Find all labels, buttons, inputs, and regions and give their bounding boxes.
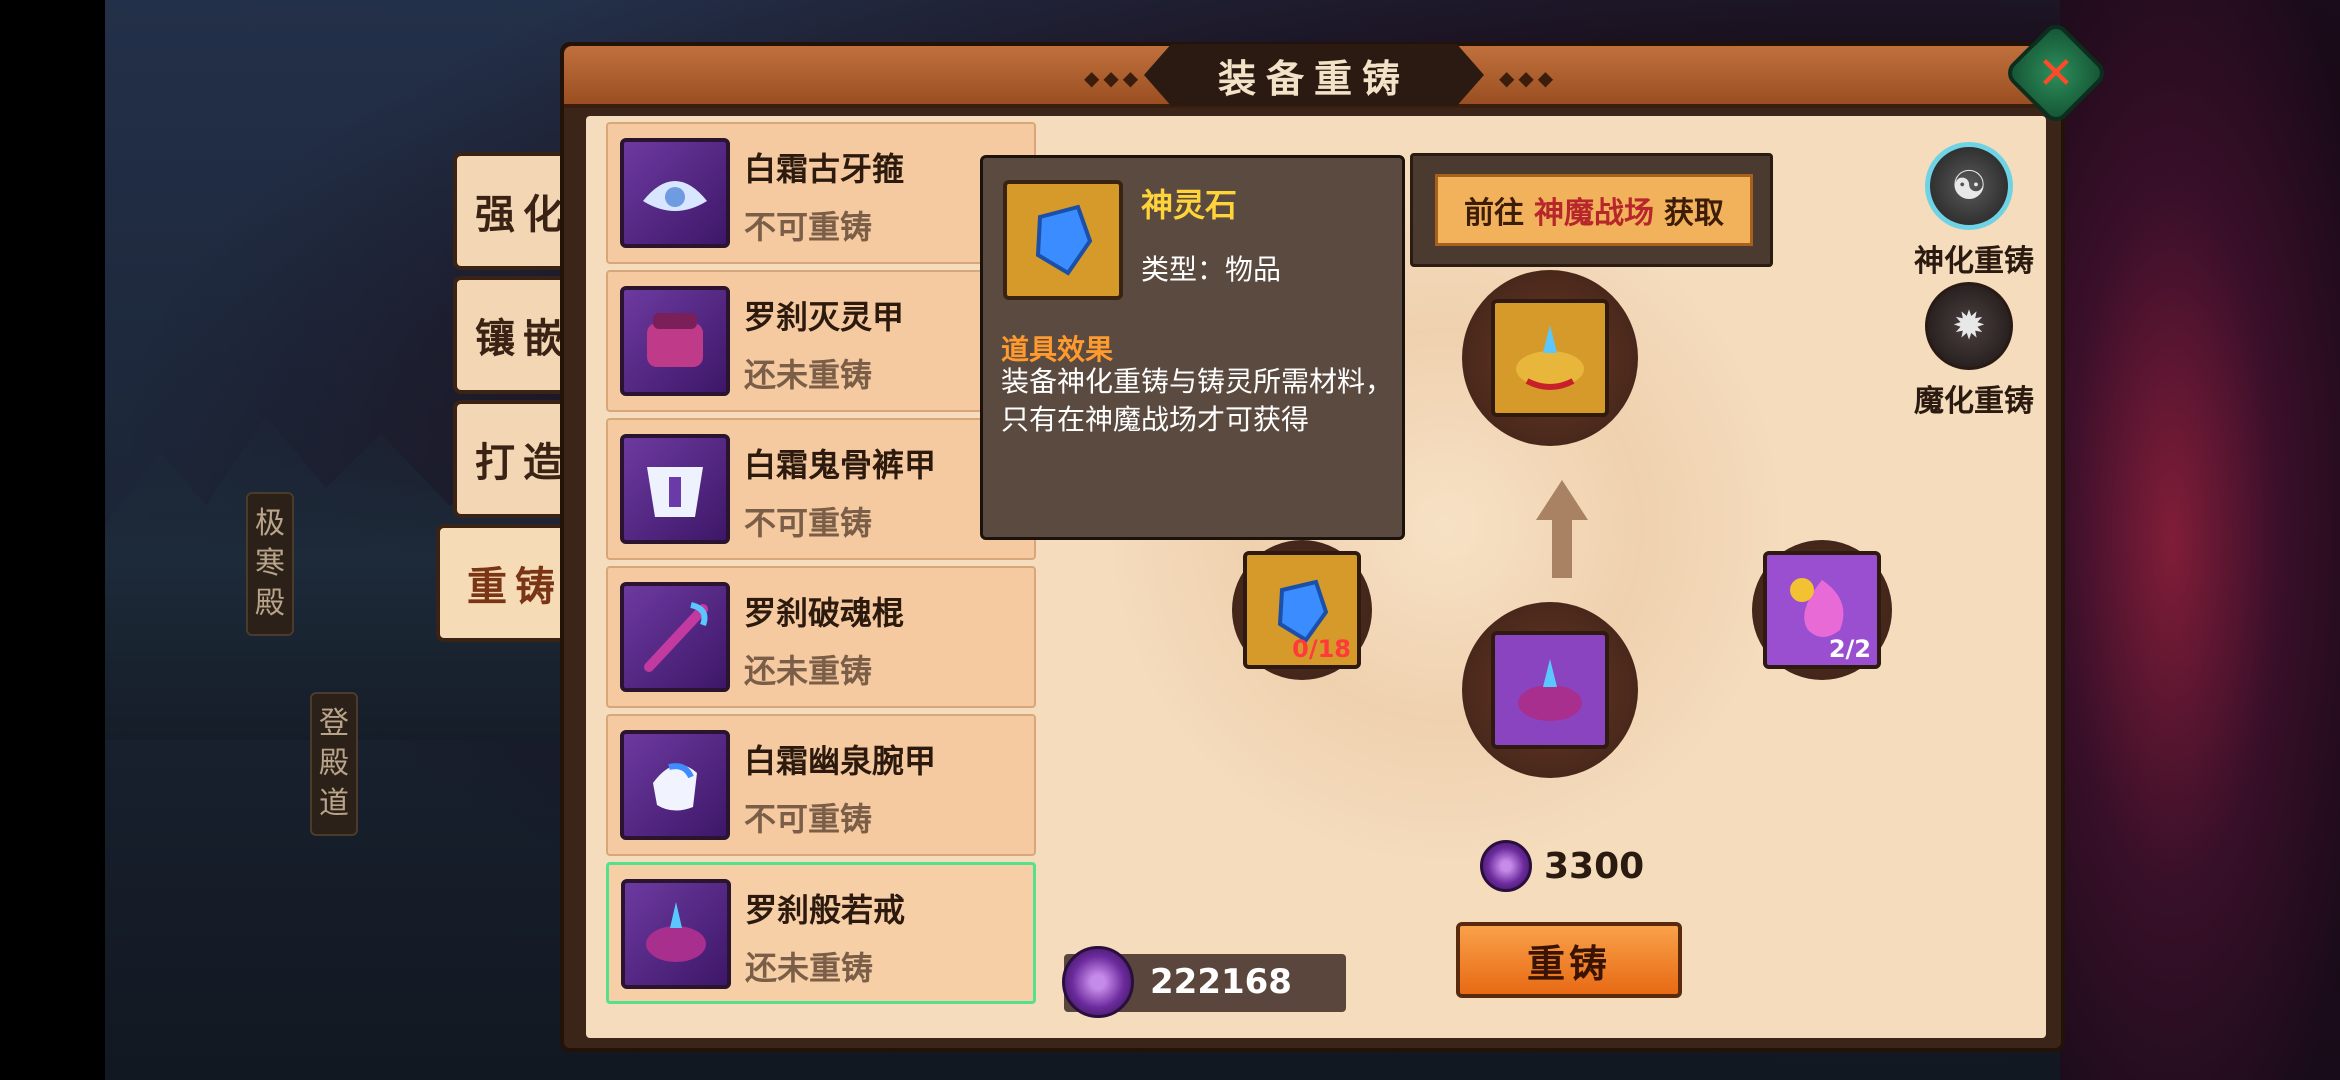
- list-item[interactable]: 罗刹破魂棍 还未重铸: [606, 566, 1036, 708]
- white-frost-bracer-icon: [620, 730, 730, 840]
- soul-flame-icon: 2/2: [1763, 551, 1881, 669]
- currency-value: 222168: [1150, 962, 1292, 1002]
- item-status: 不可重铸: [744, 208, 873, 246]
- soul-gem-icon: [1480, 840, 1532, 892]
- demonic-reforge-icon: ✹: [1925, 282, 2013, 370]
- currency-balance: 222168: [1062, 946, 1346, 1018]
- result-slot-inner: [1486, 294, 1614, 422]
- page-title: 装备重铸: [1217, 55, 1410, 101]
- map-tag-dengdiandao[interactable]: 登殿道: [310, 692, 358, 836]
- title-ornament-right: ◆◆◆: [1499, 66, 1558, 90]
- mode-label: 神化重铸: [1914, 244, 2034, 279]
- rakshasa-armor-icon: [620, 286, 730, 396]
- goto-acquire-panel: 前往 神魔战场 获取: [1410, 153, 1773, 267]
- background-glow: [2060, 0, 2340, 1080]
- map-tag-label: 登殿道: [319, 706, 349, 821]
- golden-ring-icon: [1491, 299, 1609, 417]
- map-tag-label: 极寒殿: [255, 506, 285, 621]
- item-status: 还未重铸: [744, 652, 873, 690]
- close-icon: ✕: [2037, 47, 2075, 99]
- item-status: 不可重铸: [744, 504, 873, 542]
- cost-value: 3300: [1544, 845, 1645, 887]
- list-item[interactable]: 白霜幽泉腕甲 不可重铸: [606, 714, 1036, 856]
- goto-suffix: 获取: [1664, 196, 1724, 231]
- item-tooltip: 神灵石 类型：物品 道具效果 装备神化重铸与铸灵所需材料，只有在神魔战场才可获得: [980, 155, 1405, 540]
- item-name: 白霜幽泉腕甲: [744, 742, 937, 780]
- arrow-up-icon: [1536, 480, 1588, 520]
- goto-acquire-button[interactable]: 前往 神魔战场 获取: [1435, 174, 1753, 246]
- list-item[interactable]: 白霜古牙箍 不可重铸: [606, 122, 1036, 264]
- tooltip-item-type: 类型：物品: [1141, 253, 1282, 286]
- arrow-shaft: [1552, 518, 1572, 578]
- tab-label: 重铸: [467, 563, 563, 610]
- source-slot[interactable]: [1462, 602, 1638, 778]
- result-slot[interactable]: [1462, 270, 1638, 446]
- tab-label: 镶嵌: [475, 315, 571, 362]
- material-slot-spirit-stone[interactable]: 0/18: [1232, 540, 1372, 680]
- spirit-stone-icon: [1003, 180, 1123, 300]
- rakshasa-staff-icon: [620, 582, 730, 692]
- equipment-list: 白霜古牙箍 不可重铸 罗刹灭灵甲 还未重铸 白霜鬼骨裤甲 不可重铸 罗刹破魂棍 …: [606, 122, 1036, 1006]
- white-frost-leg-armor-icon: [620, 434, 730, 544]
- mode-divine-reforge[interactable]: ☯ 神化重铸: [1914, 142, 2034, 280]
- white-frost-helmet-icon: [620, 138, 730, 248]
- spirit-stone-icon: 0/18: [1243, 551, 1361, 669]
- soul-gem-icon: [1062, 946, 1134, 1018]
- mode-label: 魔化重铸: [1914, 384, 2034, 419]
- source-slot-inner: [1486, 626, 1614, 754]
- map-tag-jihandian[interactable]: 极寒殿: [246, 492, 294, 636]
- material-slot-soul-flame[interactable]: 2/2: [1752, 540, 1892, 680]
- mode-demonic-reforge[interactable]: ✹ 魔化重铸: [1914, 282, 2034, 420]
- left-letterbox: [0, 0, 105, 1080]
- item-status: 还未重铸: [745, 949, 874, 987]
- tab-label: 打造: [475, 439, 571, 486]
- list-item[interactable]: 罗刹灭灵甲 还未重铸: [606, 270, 1036, 412]
- list-item[interactable]: 白霜鬼骨裤甲 不可重铸: [606, 418, 1036, 560]
- tab-label: 强化: [475, 191, 571, 238]
- goto-prefix: 前往: [1464, 196, 1524, 231]
- item-name: 白霜鬼骨裤甲: [744, 446, 937, 484]
- goto-place: 神魔战场: [1534, 196, 1654, 231]
- title-ornament-left: ◆◆◆: [1084, 66, 1143, 90]
- material-count: 2/2: [1828, 635, 1871, 663]
- reforge-button[interactable]: 重铸: [1456, 922, 1682, 998]
- tooltip-effect-desc: 装备神化重铸与铸灵所需材料，只有在神魔战场才可获得: [1001, 365, 1394, 436]
- tooltip-effect-label: 道具效果: [1001, 333, 1114, 366]
- title-plate: 装备重铸: [1144, 44, 1484, 106]
- list-item[interactable]: 罗刹般若戒 还未重铸: [606, 862, 1036, 1004]
- item-status: 还未重铸: [744, 356, 873, 394]
- item-name: 白霜古牙箍: [744, 150, 905, 188]
- tooltip-item-name: 神灵石: [1141, 186, 1238, 224]
- divine-reforge-icon: ☯: [1925, 142, 2013, 230]
- rakshasa-ring-icon: [1491, 631, 1609, 749]
- item-name: 罗刹灭灵甲: [744, 298, 905, 336]
- reforge-cost: 3300: [1480, 840, 1644, 892]
- material-count: 0/18: [1292, 635, 1351, 663]
- item-status: 不可重铸: [744, 800, 873, 838]
- rakshasa-ring-icon: [621, 879, 731, 989]
- reforge-label: 重铸: [1526, 941, 1611, 986]
- item-name: 罗刹般若戒: [745, 891, 906, 929]
- item-name: 罗刹破魂棍: [744, 594, 905, 632]
- panel-header: ◆◆◆ 装备重铸 ◆◆◆: [564, 44, 2061, 108]
